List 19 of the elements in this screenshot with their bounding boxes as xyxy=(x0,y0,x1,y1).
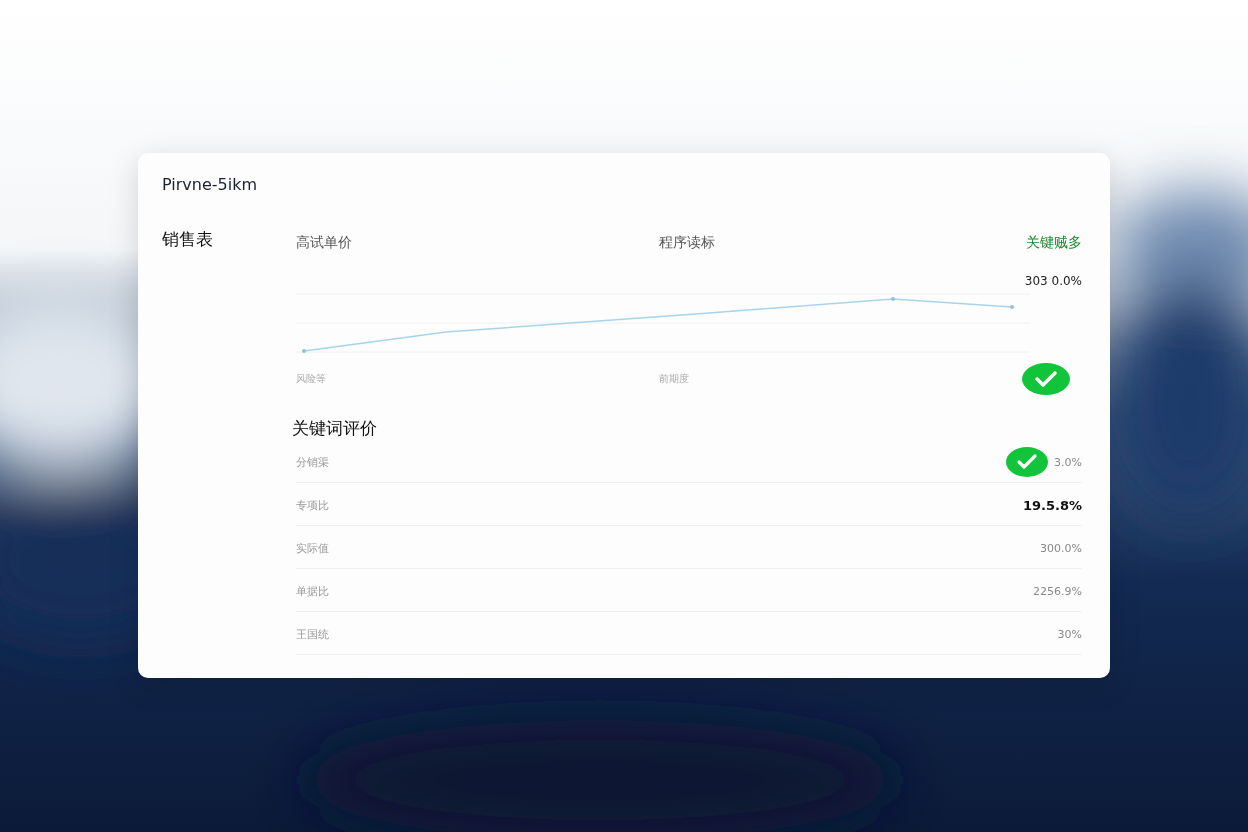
row-value: 300.0% xyxy=(1040,541,1082,555)
row-label: 专项比 xyxy=(296,497,329,513)
row-label: 王国统 xyxy=(296,626,329,642)
highlight-label: 关键贼多 xyxy=(1026,234,1082,252)
sidebar-heading: 销售表 xyxy=(162,229,213,249)
chart-value: 303 0.0% xyxy=(1024,274,1082,288)
card-title: Pirvne-5ikm xyxy=(162,175,259,194)
row-value: 3.0% xyxy=(1054,455,1082,469)
row-label: 分销渠 xyxy=(296,454,329,470)
chart-label: 程序读标 xyxy=(659,234,716,252)
row-value: 30% xyxy=(1057,627,1082,641)
axis-label: 风险等 xyxy=(296,372,327,386)
row-label: 单据比 xyxy=(296,583,329,599)
axis-label: 前期度 xyxy=(659,372,690,386)
row-value: 19.5.8% xyxy=(1022,497,1082,513)
chart-label: 高试单价 xyxy=(296,234,353,252)
row-label: 实际值 xyxy=(296,540,329,556)
section-heading: 关键词评价 xyxy=(292,417,378,440)
row-value: 2256.9% xyxy=(1033,584,1082,598)
